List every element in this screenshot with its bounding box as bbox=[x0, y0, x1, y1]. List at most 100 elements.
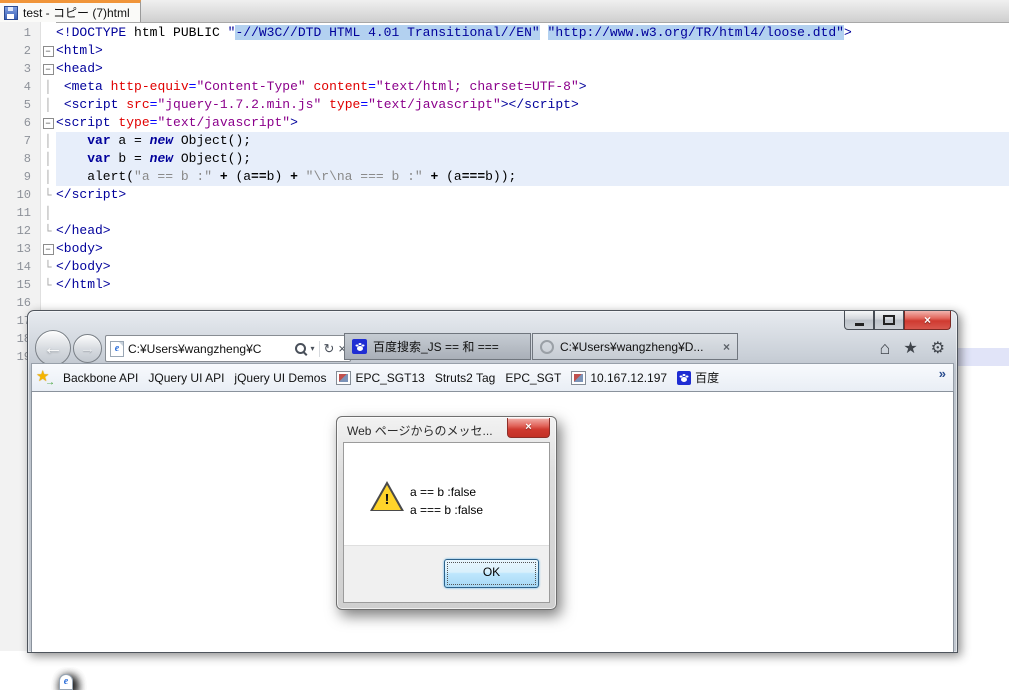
line-number: 7 bbox=[23, 134, 31, 148]
code-line[interactable]: 15 └ </html> bbox=[0, 276, 1009, 294]
favorite-item[interactable]: EPC_SGT13 bbox=[331, 369, 429, 387]
minimize-icon bbox=[854, 322, 864, 326]
window-controls: × bbox=[844, 311, 951, 330]
chevron-down-icon[interactable]: ▾ bbox=[310, 344, 314, 353]
back-arrow-icon: ← bbox=[43, 336, 63, 359]
dialog-close-button[interactable]: × bbox=[507, 418, 550, 438]
img-icon bbox=[571, 370, 587, 385]
code-line[interactable]: 12 └ </head> bbox=[0, 222, 1009, 240]
alert-dialog: Web ページからのメッセ... × ! a == b :false a ===… bbox=[336, 416, 557, 610]
dialog-message-area: ! a == b :false a === b :false bbox=[344, 443, 549, 546]
favorite-label: EPC_SGT bbox=[505, 370, 562, 385]
editor-tab[interactable]: test - コピー (7)html bbox=[0, 0, 141, 22]
loading-icon bbox=[540, 339, 554, 354]
settings-gear-icon[interactable]: ⚙ bbox=[931, 338, 945, 359]
code-text: <!DOCTYPE html PUBLIC "-//W3C//DTD HTML … bbox=[56, 25, 852, 40]
line-number: 10 bbox=[16, 188, 31, 202]
fold-marker: └ bbox=[44, 260, 52, 274]
editor-tab-bar: test - コピー (7)html bbox=[0, 0, 1009, 23]
favorite-item[interactable]: e Backbone API bbox=[58, 369, 143, 690]
code-line[interactable]: 14 └ </body> bbox=[0, 258, 1009, 276]
line-number: 6 bbox=[23, 116, 31, 130]
fold-toggle-icon[interactable]: − bbox=[42, 118, 54, 129]
code-line[interactable]: 11 │ bbox=[0, 204, 1009, 222]
code-line[interactable]: 10 └ </script> bbox=[0, 186, 1009, 204]
tab-label: C:¥Users¥wangzheng¥D... bbox=[560, 339, 704, 354]
favorite-item[interactable]: e JQuery UI API bbox=[59, 369, 229, 690]
close-icon: × bbox=[525, 421, 532, 433]
line-number: 8 bbox=[23, 152, 31, 166]
favorite-item[interactable]: 百度 bbox=[672, 367, 724, 388]
back-button[interactable]: ← bbox=[35, 330, 71, 366]
code-line[interactable]: 8 │ var b = new Object(); bbox=[0, 150, 1009, 168]
code-line[interactable]: 3− <head> bbox=[0, 60, 1009, 78]
line-number: 14 bbox=[16, 260, 31, 274]
address-bar[interactable]: e C:¥Users¥wangzheng¥C ▾ ↻ × bbox=[105, 335, 351, 362]
favorite-label: Struts2 Tag bbox=[434, 370, 496, 385]
favorite-item[interactable]: e EPC_SGT bbox=[59, 369, 566, 690]
favorite-label: 百度 bbox=[695, 371, 720, 385]
fold-marker: └ bbox=[44, 278, 52, 292]
ie-window[interactable]: × ← → e C:¥Users¥wangzheng¥C ▾ ↻ × 百度搜索_… bbox=[27, 310, 958, 690]
code-text: <head> bbox=[56, 61, 103, 76]
favorite-label: jQuery UI Demos bbox=[234, 370, 327, 385]
fold-marker: │ bbox=[44, 170, 52, 184]
line-number: 3 bbox=[23, 62, 31, 76]
line-number: 15 bbox=[16, 278, 31, 292]
dialog-footer: OK bbox=[344, 545, 549, 602]
line-number: 5 bbox=[23, 98, 31, 112]
paw-glyph bbox=[356, 346, 363, 351]
forward-button[interactable]: → bbox=[73, 334, 102, 363]
arrow-glyph: → bbox=[45, 376, 55, 388]
code-line[interactable]: 2− <html> bbox=[0, 42, 1009, 60]
tab-close-icon[interactable]: × bbox=[723, 340, 730, 354]
fold-toggle-icon[interactable]: − bbox=[42, 244, 54, 255]
dialog-body: ! a == b :false a === b :false OK bbox=[343, 442, 550, 603]
search-icon[interactable] bbox=[295, 343, 307, 354]
code-text: </body> bbox=[56, 259, 111, 274]
ie-page-icon: e bbox=[110, 340, 124, 357]
refresh-icon[interactable]: ↻ bbox=[324, 341, 335, 357]
code-line[interactable]: 13− <body> bbox=[0, 240, 1009, 258]
maximize-button[interactable] bbox=[874, 311, 904, 330]
code-line[interactable]: 9 │ alert("a == b :" + (a==b) + "\r\na ==… bbox=[0, 168, 1009, 186]
browser-tab-baidu[interactable]: 百度搜索_JS == 和 === bbox=[344, 333, 531, 360]
browser-tab-active[interactable]: C:¥Users¥wangzheng¥D... × bbox=[532, 333, 738, 360]
fold-marker: └ bbox=[44, 188, 52, 202]
close-button[interactable]: × bbox=[904, 311, 951, 330]
code-line[interactable]: 5 │ <script src="jquery-1.7.2.min.js" typ… bbox=[0, 96, 1009, 114]
code-line[interactable]: 7 │ var a = new Object(); bbox=[0, 132, 1009, 150]
code-line[interactable]: 4 │ <meta http-equiv="Content-Type" conte… bbox=[0, 78, 1009, 96]
minimize-button[interactable] bbox=[844, 311, 874, 330]
overflow-chevron-icon[interactable]: » bbox=[939, 366, 946, 381]
favorite-item[interactable]: e Struts2 Tag bbox=[59, 369, 500, 690]
code-text: var a = new Object(); bbox=[56, 132, 1009, 150]
favorite-item[interactable]: 10.167.12.197 bbox=[566, 369, 672, 387]
code-line[interactable]: 6− <script type="text/javascript"> bbox=[0, 114, 1009, 132]
favorite-items: e Backbone APIe JQuery UI APIe jQuery UI De… bbox=[58, 367, 724, 690]
code-text: alert("a == b :" + (a==b) + "\r\na === b… bbox=[56, 168, 1009, 186]
fold-marker[interactable]: − bbox=[40, 60, 56, 78]
line-number: 1 bbox=[23, 26, 31, 40]
warning-icon: ! bbox=[370, 481, 404, 512]
fold-toggle-icon[interactable]: − bbox=[42, 64, 54, 75]
code-text: <html> bbox=[56, 43, 103, 58]
fold-toggle-icon[interactable]: − bbox=[42, 46, 54, 57]
code-text: <meta http-equiv="Content-Type" content=… bbox=[63, 79, 587, 94]
favorite-item[interactable]: e jQuery UI Demos bbox=[59, 369, 331, 690]
line-number: 12 bbox=[16, 224, 31, 238]
fold-marker bbox=[40, 24, 56, 42]
home-icon[interactable]: ⌂ bbox=[879, 338, 890, 359]
line-number: 11 bbox=[16, 206, 31, 220]
favorite-label: EPC_SGT13 bbox=[355, 370, 425, 385]
add-favorite-icon[interactable]: ★ → bbox=[36, 368, 55, 388]
favorites-star-icon[interactable]: ★ bbox=[903, 338, 917, 359]
fold-marker[interactable]: − bbox=[40, 42, 56, 60]
ok-button[interactable]: OK bbox=[444, 559, 539, 588]
fold-marker: │ bbox=[44, 206, 52, 220]
fold-marker[interactable]: − bbox=[40, 114, 56, 132]
address-url[interactable]: C:¥Users¥wangzheng¥C bbox=[128, 342, 291, 356]
fold-marker[interactable]: − bbox=[40, 240, 56, 258]
code-line[interactable]: 1 <!DOCTYPE html PUBLIC "-//W3C//DTD HTML… bbox=[0, 24, 1009, 42]
line-number: 9 bbox=[23, 170, 31, 184]
